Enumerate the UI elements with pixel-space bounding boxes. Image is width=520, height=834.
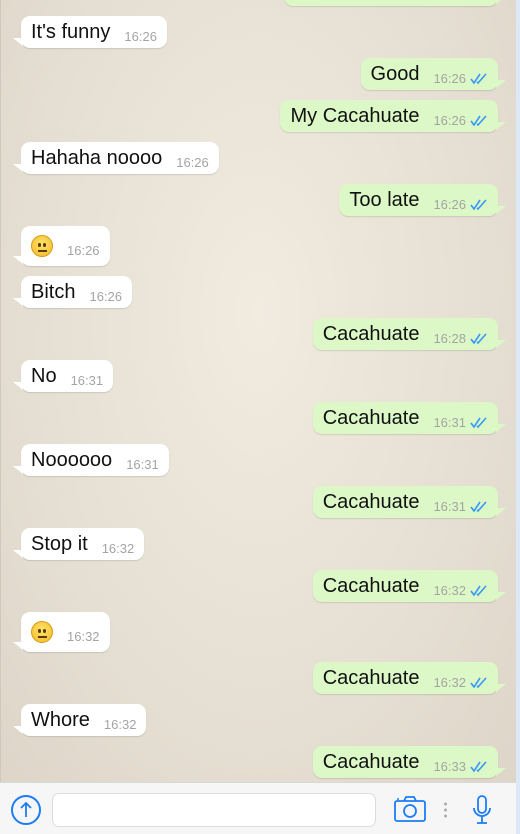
read-ticks-icon xyxy=(470,198,488,211)
window-edge xyxy=(516,0,520,834)
incoming-message[interactable]: Bitch 16:26 xyxy=(12,276,498,308)
message-text: Noooooo xyxy=(31,448,113,471)
incoming-message[interactable]: Whore 16:32 xyxy=(12,704,498,736)
message-text: Whore xyxy=(31,708,90,731)
message-bubble[interactable]: It's funny 16:26 xyxy=(13,16,167,48)
message-input[interactable] xyxy=(52,793,376,827)
incoming-message[interactable]: 16:32 xyxy=(13,612,498,652)
message-text: Cacahuate xyxy=(322,666,420,689)
message-bubble[interactable]: My Cacahuate 16:26 xyxy=(280,100,506,132)
message-bubble[interactable]: Cacahuate 16:28 xyxy=(312,318,507,350)
read-ticks-icon xyxy=(470,500,488,513)
message-bubble[interactable]: 16:32 xyxy=(13,612,110,652)
outgoing-message[interactable]: Cacahuate 16:31 xyxy=(21,402,507,434)
outgoing-message[interactable]: Cacahuate 16:32 xyxy=(21,662,507,694)
read-ticks-icon xyxy=(470,676,488,689)
message-bubble[interactable]: Whore 16:32 xyxy=(12,704,147,736)
message-text: My Cacahuate xyxy=(290,104,420,127)
message-list: It's funny 16:26 Good 16:26 My Cacahuate 16:2… xyxy=(1,0,516,778)
message-time: 16:26 xyxy=(433,70,466,86)
read-ticks-icon xyxy=(470,332,488,345)
message-time: 16:31 xyxy=(70,372,104,388)
message-time: 16:26 xyxy=(89,288,123,304)
message-time: 16:26 xyxy=(433,112,466,128)
message-bubble[interactable]: Noooooo 16:31 xyxy=(13,444,169,476)
message-text: Cacahuate xyxy=(322,322,420,345)
incoming-message[interactable]: 16:26 xyxy=(13,226,498,266)
incoming-message[interactable]: No 16:31 xyxy=(12,360,498,392)
message-bubble[interactable]: Cacahuate 16:32 xyxy=(312,662,507,694)
chat-area[interactable]: It's funny 16:26 Good 16:26 My Cacahuate 16:2… xyxy=(0,0,516,782)
message-time: 16:32 xyxy=(67,628,100,644)
message-text: Too late xyxy=(349,188,420,211)
message-bubble[interactable]: Stop it 16:32 xyxy=(12,528,145,560)
message-text: Cacahuate xyxy=(322,490,420,513)
outgoing-message[interactable]: My Cacahuate 16:26 xyxy=(21,100,506,132)
message-time: 16:26 xyxy=(67,242,100,258)
microphone-icon[interactable] xyxy=(472,795,492,830)
message-time: 16:31 xyxy=(433,414,466,430)
outgoing-message[interactable]: Good 16:26 xyxy=(21,58,507,90)
message-bubble[interactable]: Bitch 16:26 xyxy=(12,276,133,308)
message-text: It's funny xyxy=(31,20,111,43)
outgoing-message[interactable]: Too late 16:26 xyxy=(21,184,506,216)
read-ticks-icon xyxy=(470,114,488,127)
message-text: Cacahuate xyxy=(322,574,420,597)
message-text: Good xyxy=(370,62,420,85)
message-time: 16:32 xyxy=(103,716,137,732)
message-text: Cacahuate xyxy=(322,750,420,773)
message-text: Hahaha noooo xyxy=(31,146,163,169)
message-time: 16:32 xyxy=(101,540,135,556)
outgoing-message[interactable]: Cacahuate 16:32 xyxy=(21,570,507,602)
message-bubble[interactable]: Hahaha noooo 16:26 xyxy=(13,142,219,174)
incoming-message[interactable]: It's funny 16:26 xyxy=(13,16,498,48)
message-time: 16:31 xyxy=(433,498,466,514)
message-text: Bitch xyxy=(31,280,76,303)
incoming-message[interactable]: Noooooo 16:31 xyxy=(13,444,498,476)
outgoing-message[interactable]: Cacahuate 16:31 xyxy=(21,486,507,518)
camera-icon[interactable] xyxy=(394,796,426,827)
message-bubble[interactable]: Too late 16:26 xyxy=(339,184,506,216)
upload-arrow-icon[interactable] xyxy=(11,795,41,825)
message-time: 16:28 xyxy=(433,330,466,346)
message-time: 16:31 xyxy=(126,456,159,472)
read-ticks-icon xyxy=(470,584,488,597)
read-ticks-icon xyxy=(470,416,488,429)
message-time: 16:33 xyxy=(433,758,466,774)
message-time: 16:26 xyxy=(124,28,157,44)
message-time: 16:26 xyxy=(176,154,209,170)
read-ticks-icon xyxy=(470,760,488,773)
message-bubble[interactable]: 16:26 xyxy=(13,226,110,266)
outgoing-message[interactable]: Cacahuate 16:28 xyxy=(21,318,507,350)
message-bubble[interactable]: Cacahuate 16:31 xyxy=(312,486,507,518)
composer-bar xyxy=(0,782,516,834)
incoming-message[interactable]: Hahaha noooo 16:26 xyxy=(13,142,498,174)
neutral-face-emoji-icon xyxy=(31,621,53,643)
message-time: 16:32 xyxy=(433,582,466,598)
outgoing-message[interactable] xyxy=(21,0,506,6)
incoming-message[interactable]: Stop it 16:32 xyxy=(12,528,498,560)
message-text: No xyxy=(31,364,57,387)
neutral-face-emoji-icon xyxy=(31,235,53,257)
message-time: 16:26 xyxy=(433,196,466,212)
message-bubble[interactable]: Good 16:26 xyxy=(360,58,507,90)
message-bubble[interactable]: Cacahuate 16:32 xyxy=(312,570,507,602)
outgoing-message[interactable]: Cacahuate 16:33 xyxy=(21,746,507,778)
message-bubble[interactable]: Cacahuate 16:31 xyxy=(312,402,507,434)
message-text: Cacahuate xyxy=(322,406,420,429)
read-ticks-icon xyxy=(470,72,488,85)
message-time: 16:32 xyxy=(433,674,466,690)
more-dots-icon[interactable] xyxy=(444,801,447,819)
message-bubble[interactable]: Cacahuate 16:33 xyxy=(312,746,507,778)
message-bubble[interactable]: No 16:31 xyxy=(12,360,114,392)
message-text: Stop it xyxy=(31,532,88,555)
message-bubble[interactable] xyxy=(284,0,506,6)
